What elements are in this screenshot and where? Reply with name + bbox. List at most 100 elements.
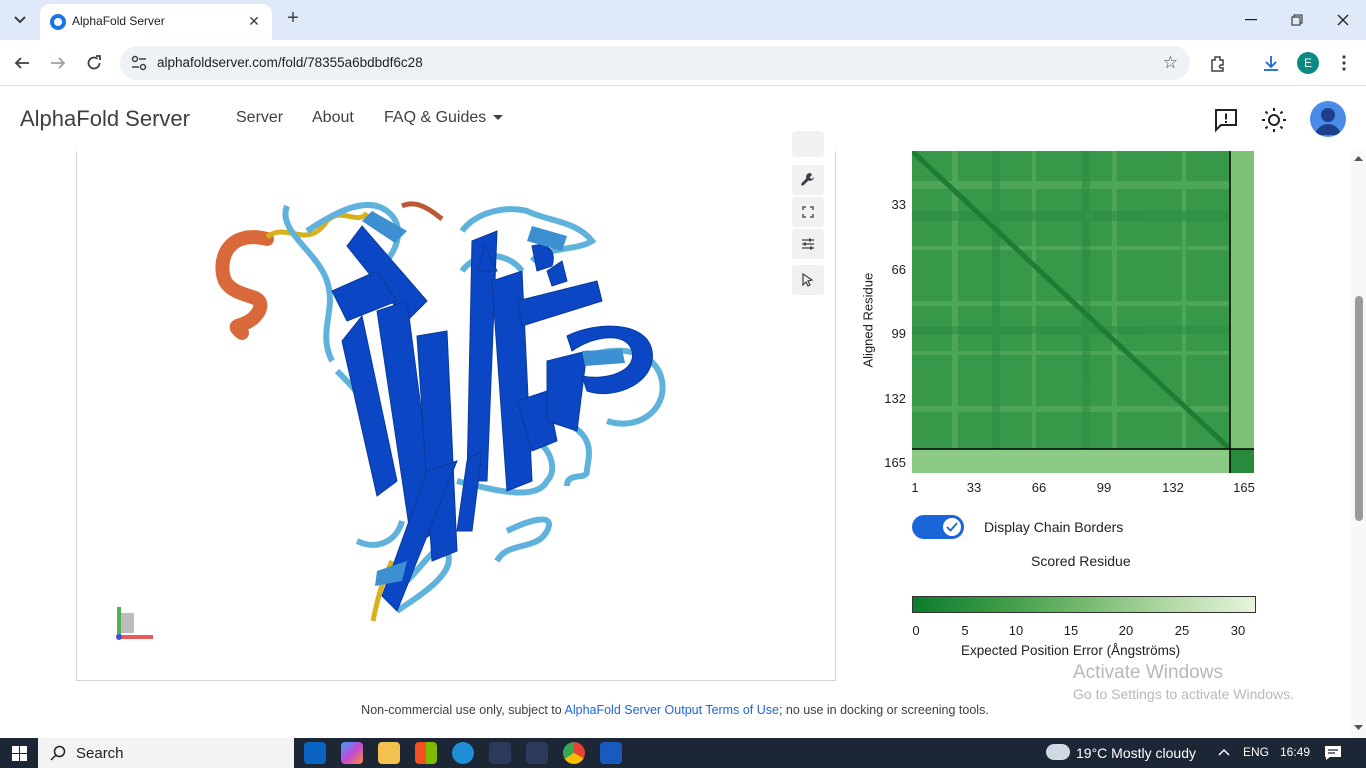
pae-x-axis-label: Scored Residue — [1031, 553, 1131, 569]
fullscreen-icon[interactable] — [792, 197, 824, 227]
viewer-tool-top[interactable] — [792, 131, 824, 157]
nav-server[interactable]: Server — [236, 109, 283, 127]
tab-search-button[interactable] — [6, 6, 34, 34]
scroll-up-icon[interactable] — [1354, 155, 1363, 161]
microsoft-store-icon[interactable] — [415, 742, 437, 764]
user-avatar[interactable] — [1310, 101, 1346, 137]
page-footer: Non-commercial use only, subject to Alph… — [0, 703, 1350, 717]
colorbar-tick: 30 — [1230, 623, 1246, 638]
restore-icon[interactable] — [1274, 0, 1320, 40]
close-tab-icon[interactable]: ✕ — [244, 11, 264, 31]
pae-x-tick: 132 — [1162, 480, 1184, 495]
colorbar-tick: 0 — [912, 623, 920, 638]
colorbar-label: Expected Position Error (Ångströms) — [961, 643, 1181, 658]
close-window-icon[interactable] — [1320, 0, 1366, 40]
nav-about[interactable]: About — [312, 109, 354, 127]
pae-y-axis-label: Aligned Residue — [860, 272, 876, 368]
pae-y-tick: 165 — [884, 455, 906, 470]
chain-borders-toggle[interactable] — [912, 515, 964, 539]
colorbar-tick: 10 — [1008, 623, 1024, 638]
pae-y-tick: 66 — [891, 262, 906, 277]
settings-gear-icon[interactable] — [526, 742, 548, 764]
chrome-icon[interactable] — [563, 742, 585, 764]
pae-colorbar — [912, 596, 1256, 613]
footer-suffix: ; no use in docking or screening tools. — [778, 703, 989, 717]
download-icon[interactable] — [1259, 51, 1283, 75]
back-icon[interactable] — [8, 49, 36, 77]
activate-windows-subtitle: Go to Settings to activate Windows. — [1073, 686, 1294, 702]
brand-logo[interactable]: AlphaFold Server — [20, 106, 190, 132]
word-icon[interactable] — [600, 742, 622, 764]
edge-icon[interactable] — [452, 742, 474, 764]
search-icon — [50, 745, 66, 761]
page-scrollbar[interactable] — [1351, 151, 1366, 737]
structure-viewer[interactable] — [76, 151, 836, 681]
browser-toolbar: alphafoldserver.com/fold/78355a6bdbdf6c2… — [0, 40, 1366, 86]
minimize-icon[interactable] — [1228, 0, 1274, 40]
scroll-down-icon[interactable] — [1354, 725, 1363, 731]
axis-indicator-icon — [116, 607, 153, 640]
taskbar-search[interactable]: Search — [38, 738, 294, 768]
colorbar-tick: 15 — [1063, 623, 1079, 638]
site-info-icon[interactable] — [130, 54, 148, 72]
feedback-icon[interactable] — [1213, 107, 1239, 133]
alphafold-favicon-icon — [50, 14, 66, 30]
chain-borders-label: Display Chain Borders — [984, 519, 1124, 535]
file-explorer-icon[interactable] — [378, 742, 400, 764]
nav-faq-label: FAQ & Guides — [384, 109, 487, 126]
notifications-icon[interactable] — [1324, 745, 1342, 761]
address-bar[interactable]: alphafoldserver.com/fold/78355a6bdbdf6c2… — [120, 46, 1190, 80]
windows-taskbar: Search 19°C Mostly cloudy ENG 16:49 — [0, 738, 1366, 768]
pae-x-tick: 33 — [966, 480, 982, 495]
theme-toggle-sun-icon[interactable] — [1261, 107, 1287, 133]
new-tab-icon[interactable]: + — [282, 8, 304, 30]
user-silhouette-icon — [1315, 108, 1341, 135]
pae-y-tick: 33 — [891, 197, 906, 212]
colorbar-tick: 20 — [1118, 623, 1134, 638]
wrench-icon[interactable] — [792, 165, 824, 195]
scroll-thumb[interactable] — [1355, 296, 1363, 521]
pae-y-tick: 132 — [884, 391, 906, 406]
chevron-up-icon[interactable] — [1218, 748, 1230, 756]
cloudy-weather-icon — [1046, 744, 1070, 760]
colorbar-tick: 25 — [1174, 623, 1190, 638]
chevron-down-icon — [14, 16, 26, 24]
protein-structure-render[interactable] — [77, 151, 837, 681]
bookmark-star-icon[interactable]: ☆ — [1163, 53, 1178, 73]
browser-tab[interactable]: AlphaFold Server ✕ — [40, 4, 272, 40]
caret-down-icon — [493, 115, 504, 121]
pae-heatmap[interactable] — [912, 151, 1254, 473]
windows-start-icon[interactable] — [12, 746, 27, 761]
viewer-toolbar — [792, 131, 826, 297]
settings-sliders-icon[interactable] — [792, 229, 824, 259]
taskbar-search-label: Search — [76, 745, 124, 762]
reload-icon[interactable] — [80, 49, 108, 77]
forward-icon[interactable] — [44, 49, 72, 77]
extensions-icon[interactable] — [1206, 51, 1230, 75]
clock[interactable]: 16:49 — [1280, 745, 1310, 759]
checkmark-icon — [946, 522, 958, 532]
colorbar-tick: 5 — [961, 623, 969, 638]
activate-windows-title: Activate Windows — [1073, 662, 1223, 683]
nav-faq-guides[interactable]: FAQ & Guides — [384, 109, 504, 127]
pae-x-tick: 66 — [1031, 480, 1047, 495]
footer-prefix: Non-commercial use only, subject to — [361, 703, 565, 717]
pae-y-tick: 99 — [891, 326, 906, 341]
browser-menu-icon[interactable] — [1332, 51, 1356, 75]
profile-avatar-icon[interactable]: E — [1297, 52, 1319, 74]
copilot-icon[interactable] — [341, 742, 363, 764]
pointer-select-icon[interactable] — [792, 265, 824, 295]
app-header: AlphaFold Server Server About FAQ & Guid… — [0, 87, 1366, 151]
pae-x-tick: 1 — [911, 480, 919, 495]
weather-text[interactable]: 19°C Mostly cloudy — [1076, 745, 1196, 761]
pae-x-tick: 165 — [1233, 480, 1255, 495]
tab-title: AlphaFold Server — [72, 14, 165, 28]
gemini-icon[interactable] — [489, 742, 511, 764]
terms-of-use-link[interactable]: AlphaFold Server Output Terms of Use — [565, 703, 779, 717]
toggle-knob — [943, 518, 961, 536]
outlook-icon[interactable] — [304, 742, 326, 764]
browser-tabstrip: AlphaFold Server ✕ + — [0, 0, 1366, 40]
language-indicator[interactable]: ENG — [1243, 745, 1269, 759]
pae-x-tick: 99 — [1096, 480, 1112, 495]
url-text: alphafoldserver.com/fold/78355a6bdbdf6c2… — [157, 55, 423, 70]
